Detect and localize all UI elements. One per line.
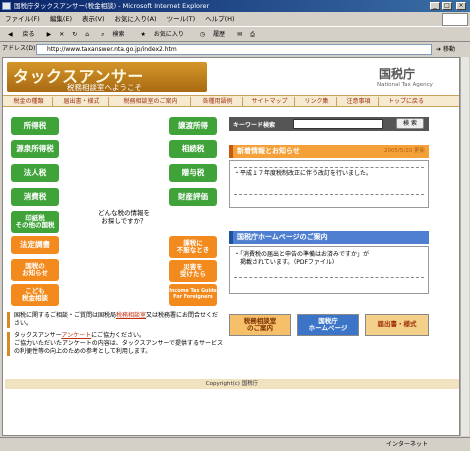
star-icon: ★ xyxy=(140,31,146,38)
nav-tax-types[interactable]: 税金の種類 xyxy=(5,97,53,107)
tax-button-stamp-other[interactable]: 印紙税 その他の国税 xyxy=(11,211,59,233)
keyword-search-button[interactable]: 検 索 xyxy=(396,118,424,129)
menu-edit[interactable]: 編集(E) xyxy=(45,12,77,26)
logo-subtitle: 税務相談室へようこそ xyxy=(67,83,142,92)
search-icon: ⌕ xyxy=(101,31,105,38)
home-icon[interactable]: ⌂ xyxy=(81,27,93,42)
divider xyxy=(234,277,424,278)
window-titlebar: 国税庁タックスアンサー(税金相談) - Microsoft Internet E… xyxy=(0,0,470,12)
guide-header: 国税庁ホームページのご案内 xyxy=(229,231,429,244)
kids-tax-consult-button[interactable]: こども 税金相談 xyxy=(11,284,59,306)
nav-notice[interactable]: 注意事項 xyxy=(339,97,379,107)
tax-button-withholding[interactable]: 源泉所得税 xyxy=(11,140,59,158)
news-date: 2005/5/20 更新 xyxy=(384,148,425,154)
maximize-button[interactable]: □ xyxy=(442,2,452,10)
site-header: タックスアンサー 税務相談室へようこそ 国税庁 National Tax Age… xyxy=(3,58,459,94)
menu-file[interactable]: ファイル(F) xyxy=(0,12,45,26)
history-icon: ◷ xyxy=(199,31,206,38)
search-prompt-text: どんな税の情報を お探しですか？ xyxy=(98,209,150,225)
print-icon[interactable]: ⎙ xyxy=(246,27,259,42)
history-button[interactable]: ◷ 履歴 xyxy=(192,27,233,42)
stop-icon[interactable]: ✕ xyxy=(55,27,68,42)
tax-button-gift[interactable]: 贈与税 xyxy=(169,164,217,182)
web-page: タックスアンサー 税務相談室へようこそ 国税庁 National Tax Age… xyxy=(2,57,460,436)
tax-notices-button[interactable]: 国税の お知らせ xyxy=(11,259,59,281)
vertical-scrollbar[interactable] xyxy=(460,57,469,436)
window-title: 国税庁タックスアンサー(税金相談) - Microsoft Internet E… xyxy=(14,2,210,10)
nav-links[interactable]: リンク集 xyxy=(297,97,337,107)
forward-button[interactable]: ▶ xyxy=(43,27,56,42)
survey-note: タックスアンサーアンケートにご協力ください。 ご協力いただいたアンケートの内容は… xyxy=(7,332,223,356)
status-zone: インターネット xyxy=(386,441,429,448)
favorites-button[interactable]: ★ お気に入り xyxy=(132,27,191,42)
nav-consultation-guide[interactable]: 税務相談室のご案内 xyxy=(111,97,191,107)
notes-section: 国税に関するご相談・ご質問は国税局税務相談室又は税務署にお問合せください。 タッ… xyxy=(7,312,223,360)
tax-button-corporate[interactable]: 法人税 xyxy=(11,164,59,182)
divider xyxy=(234,194,424,195)
guide-panel: ・「消費税の届出と申告の準備はお済みですか」が 掲載されています。（PDFファイ… xyxy=(229,246,429,294)
status-bar: インターネット xyxy=(0,437,470,451)
search-button[interactable]: ⌕ 検索 xyxy=(93,27,132,42)
nav-forms[interactable]: 届出書・様式 xyxy=(55,97,109,107)
guide-item[interactable]: ・「消費税の届出と申告の準備はお済みですか」が 掲載されています。（PDFファイ… xyxy=(234,251,424,267)
agency-logo[interactable]: 国税庁 xyxy=(379,65,415,82)
tax-button-income[interactable]: 所得税 xyxy=(11,117,59,135)
refresh-icon[interactable]: ↻ xyxy=(68,27,81,42)
tax-button-consumption[interactable]: 消費税 xyxy=(11,188,59,206)
agency-english: National Tax Agency xyxy=(377,82,433,88)
forms-banner[interactable]: 届出書・様式 xyxy=(365,314,429,336)
statutory-records-button[interactable]: 法定調書 xyxy=(11,236,59,254)
nav-glossary[interactable]: 各種用語例 xyxy=(193,97,243,107)
taxanswer-logo[interactable]: タックスアンサー 税務相談室へようこそ xyxy=(7,62,207,92)
address-input[interactable]: http://www.taxanswer.nta.go.jp/index2.ht… xyxy=(36,44,432,55)
consult-office-link[interactable]: 税務相談室 xyxy=(116,312,146,319)
foreigners-guide-button[interactable]: Income Tax Guide For Foreigners xyxy=(169,284,217,306)
minimize-button[interactable]: _ xyxy=(430,2,440,10)
site-nav: 税金の種類 届出書・様式 税務相談室のご案内 各種用語例 サイトマップ リンク集… xyxy=(3,95,459,107)
menu-view[interactable]: 表示(V) xyxy=(77,12,110,26)
back-arrow-icon: ◀ xyxy=(8,31,13,38)
divider xyxy=(234,167,424,168)
keyword-search-label: キーワード検索 xyxy=(233,122,276,129)
guide-title: 国税庁ホームページのご案内 xyxy=(237,233,328,241)
menu-favorites[interactable]: お気に入り(A) xyxy=(110,12,162,26)
disaster-button[interactable]: 災害を 受けたら xyxy=(169,260,217,282)
address-label: アドレス(D) xyxy=(2,45,36,52)
copyright: Copyright(c) 国税庁 xyxy=(5,379,459,389)
menu-help[interactable]: ヘルプ(H) xyxy=(200,12,239,26)
consult-office-banner[interactable]: 税務相談室 のご案内 xyxy=(229,314,291,336)
ie-window-icon xyxy=(2,2,11,10)
windows-logo-icon xyxy=(442,13,468,26)
go-arrow-icon: ➔ xyxy=(436,46,442,53)
back-button[interactable]: ◀ 戻る xyxy=(0,27,43,42)
news-title: 新着情報とお知らせ xyxy=(237,147,300,155)
news-item[interactable]: ・平成１７年度税制改正に伴う改訂を行いました。 xyxy=(234,170,424,178)
toolbar: ◀ 戻る ▶ ✕ ↻ ⌂ ⌕ 検索 ★ お気に入り ◷ 履歴 ✉ ⎙ xyxy=(0,26,470,42)
close-button[interactable]: × xyxy=(456,2,466,10)
menu-bar: ファイル(F) 編集(E) 表示(V) お気に入り(A) ツール(T) ヘルプ(H) xyxy=(0,12,470,26)
news-header: 新着情報とお知らせ 2005/5/20 更新 xyxy=(229,145,429,158)
tax-button-property-valuation[interactable]: 財産評価 xyxy=(169,188,217,206)
tax-button-transfer[interactable]: 譲渡所得 xyxy=(169,117,217,135)
tax-button-inheritance[interactable]: 相続税 xyxy=(169,140,217,158)
mail-icon[interactable]: ✉ xyxy=(233,27,246,42)
keyword-search-input[interactable] xyxy=(293,119,383,129)
nav-top[interactable]: トップに戻る xyxy=(381,97,431,107)
survey-link[interactable]: アンケート xyxy=(61,332,91,339)
objection-button[interactable]: 課税に 不服なとき xyxy=(169,236,217,258)
nav-sitemap[interactable]: サイトマップ xyxy=(245,97,295,107)
news-panel: ・平成１７年度税制改正に伴う改訂を行いました。 xyxy=(229,160,429,208)
menu-tools[interactable]: ツール(T) xyxy=(162,12,201,26)
go-button[interactable]: ➔ 移動 xyxy=(436,44,468,55)
nta-homepage-banner[interactable]: 国税庁 ホームページ xyxy=(297,314,359,336)
consult-note: 国税に関するご相談・ご質問は国税局税務相談室又は税務署にお問合せください。 xyxy=(7,312,223,328)
